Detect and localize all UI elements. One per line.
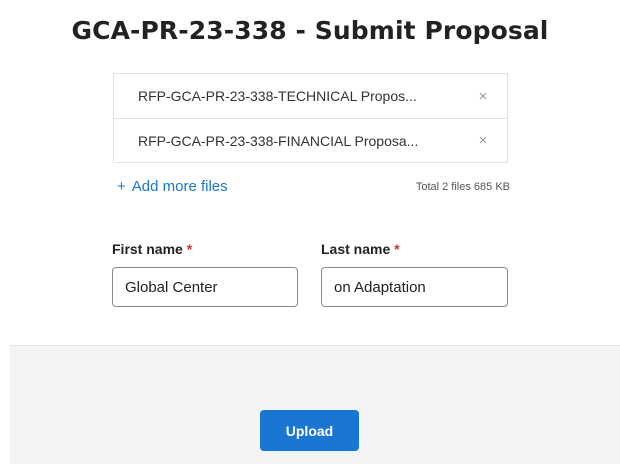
file-list: RFP-GCA-PR-23-338-TECHNICAL Propos... × … [113,73,508,163]
page-title: GCA-PR-23-338 - Submit Proposal [71,16,549,45]
last-name-label: Last name * [321,241,400,257]
last-name-label-text: Last name [321,241,391,257]
last-name-field[interactable] [321,267,508,307]
first-name-label: First name * [112,241,192,257]
file-name: RFP-GCA-PR-23-338-FINANCIAL Proposa... [138,132,419,149]
required-marker: * [186,241,193,257]
file-item: RFP-GCA-PR-23-338-TECHNICAL Propos... × [114,74,507,118]
total-files-summary: Total 2 files 685 KB [415,181,510,193]
remove-file-icon[interactable]: × [475,132,491,149]
add-more-files-button[interactable]: + Add more files [117,178,228,195]
file-name: RFP-GCA-PR-23-338-TECHNICAL Propos... [138,88,417,104]
remove-file-icon[interactable]: × [475,88,491,105]
required-marker: * [394,241,400,257]
file-item: RFP-GCA-PR-23-338-FINANCIAL Proposa... × [114,118,507,162]
first-name-field[interactable] [112,267,298,307]
add-more-files-label: Add more files [131,178,228,195]
plus-icon: + [117,178,126,195]
upload-button[interactable]: Upload [260,410,359,451]
first-name-label-text: First name [112,241,183,257]
